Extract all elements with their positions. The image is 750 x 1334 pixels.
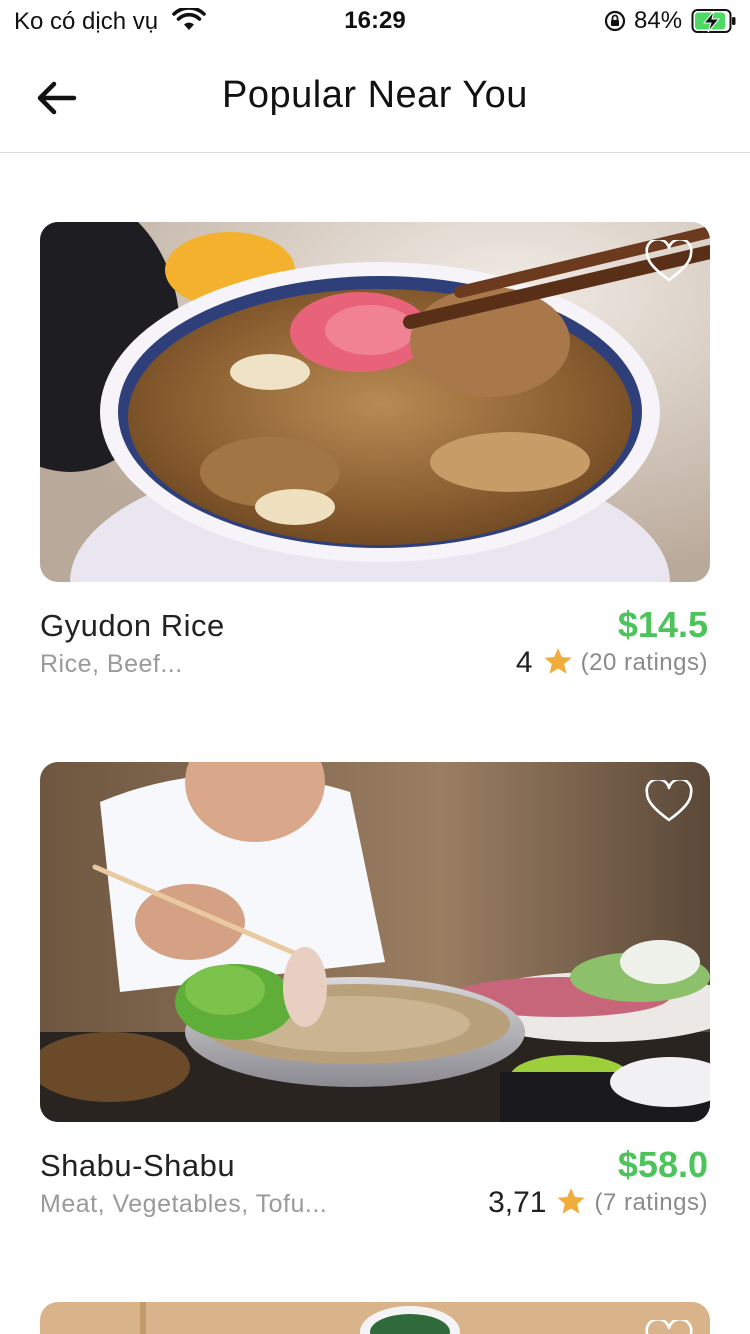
- food-image-gyudon[interactable]: [40, 222, 710, 582]
- food-image-shabu[interactable]: [40, 762, 710, 1122]
- rating-count: (7 ratings): [594, 1189, 708, 1216]
- food-price: $58.0: [617, 1144, 708, 1185]
- star-icon: [556, 1187, 586, 1220]
- battery-charging-icon: [691, 8, 737, 39]
- food-tags: Meat, Vegetables, Tofu...: [40, 1190, 328, 1218]
- star-icon: [543, 647, 573, 680]
- food-card-gyudon[interactable]: Gyudon Rice Rice, Beef... $14.5 4 (20 ra…: [40, 222, 710, 692]
- food-card-partial[interactable]: [40, 1302, 710, 1334]
- battery-percent: 84%: [634, 7, 683, 34]
- food-info: Gyudon Rice Rice, Beef... $14.5 4 (20 ra…: [40, 582, 710, 692]
- rating-value: 4: [515, 646, 533, 679]
- nav-bar: Popular Near You: [0, 48, 750, 153]
- food-image-partial[interactable]: [40, 1302, 710, 1334]
- rotation-lock-icon: [603, 9, 627, 38]
- favorite-heart-icon[interactable]: [644, 1317, 694, 1334]
- food-tags: Rice, Beef...: [40, 650, 183, 678]
- food-card-shabu[interactable]: Shabu-Shabu Meat, Vegetables, Tofu... $5…: [40, 762, 710, 1232]
- food-name: Gyudon Rice: [40, 608, 225, 643]
- food-info: Shabu-Shabu Meat, Vegetables, Tofu... $5…: [40, 1122, 710, 1232]
- rating-value: 3,71: [488, 1186, 547, 1219]
- rating-row: 3,71 (7 ratings): [488, 1186, 708, 1220]
- food-price: $14.5: [617, 604, 708, 645]
- favorite-heart-icon[interactable]: [644, 237, 694, 284]
- rating-count: (20 ratings): [580, 649, 708, 676]
- favorite-heart-icon[interactable]: [644, 777, 694, 824]
- status-bar: Ko có dịch vụ 16:29 84%: [0, 0, 750, 40]
- page-title: Popular Near You: [222, 74, 528, 116]
- food-name: Shabu-Shabu: [40, 1148, 236, 1183]
- rating-row: 4 (20 ratings): [516, 646, 708, 680]
